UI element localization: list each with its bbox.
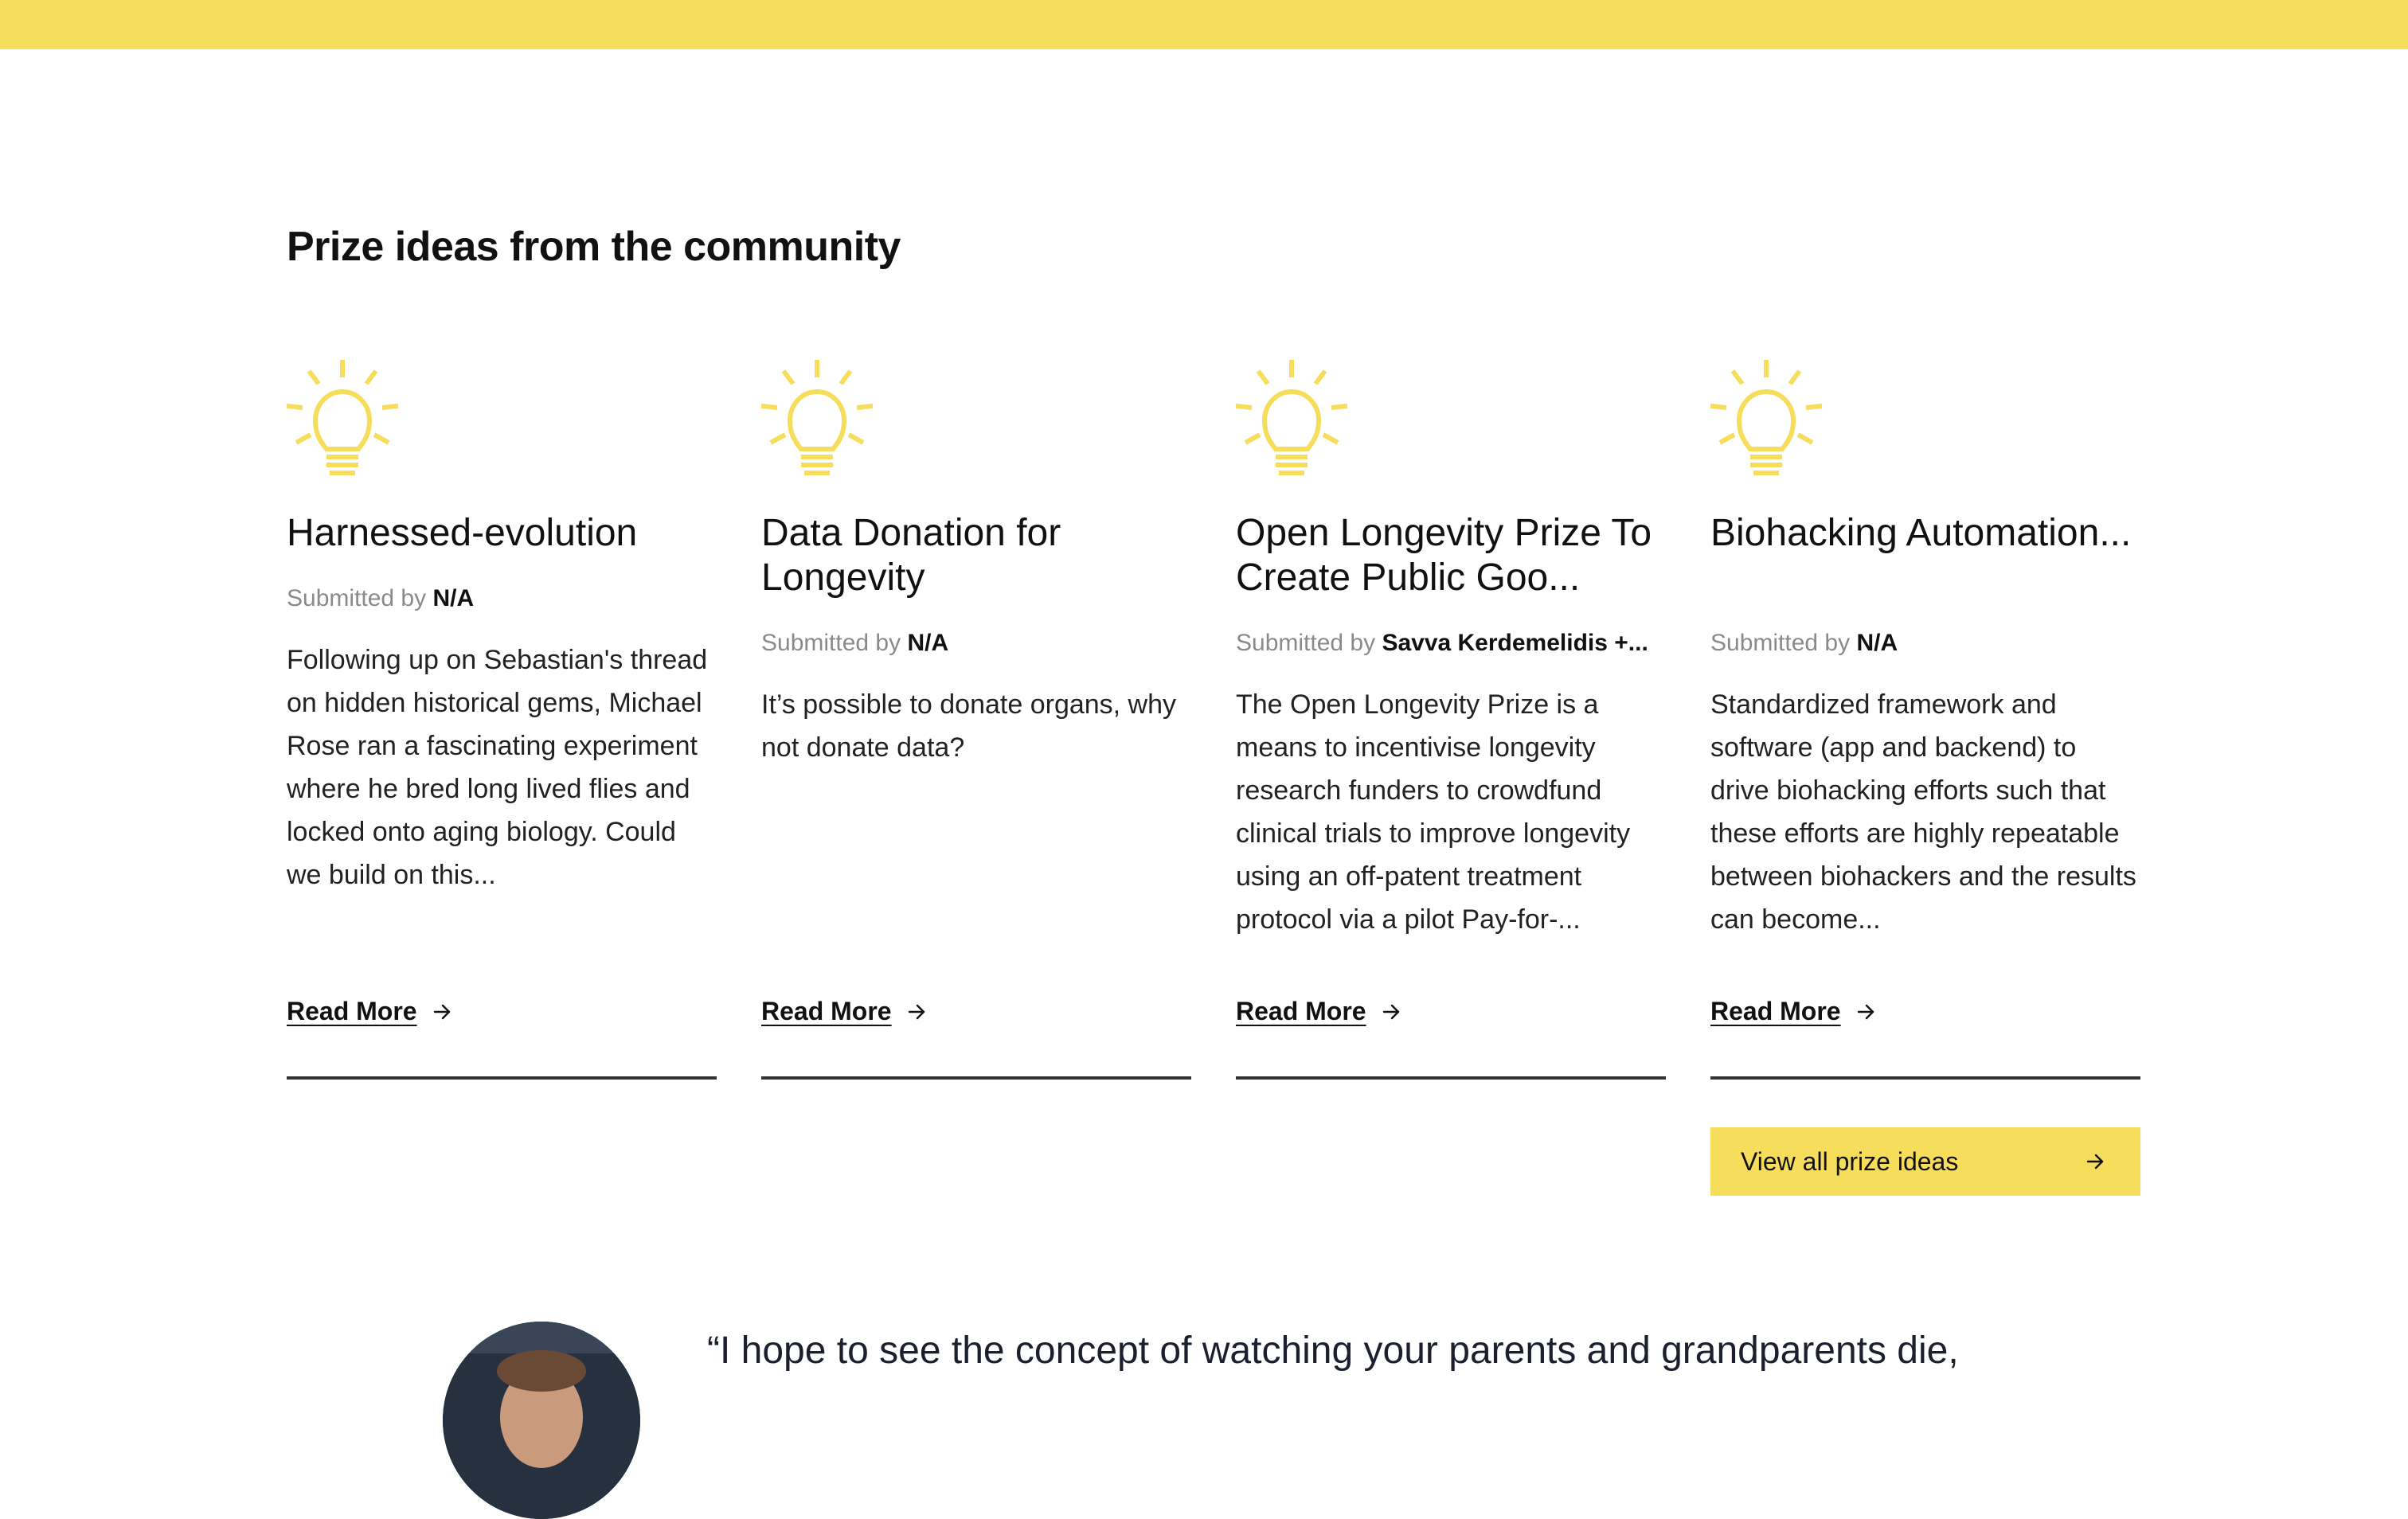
- submitted-by: Submitted by N/A: [287, 583, 717, 615]
- lightbulb-icon: [287, 360, 398, 475]
- section-title: Prize ideas from the community: [287, 224, 901, 270]
- prize-idea-card: Harnessed-evolution Submitted by N/A Fol…: [287, 360, 717, 1080]
- arrow-right-icon: [1382, 1004, 1399, 1019]
- card-description: It’s possible to donate organs, why not …: [761, 689, 1177, 763]
- submitted-by: Submitted by N/A: [1710, 627, 2140, 659]
- submitter-name: N/A: [1856, 630, 1898, 656]
- view-all-label: View all prize ideas: [1741, 1146, 1959, 1176]
- top-banner: [0, 0, 2408, 49]
- card-description: Standardized framework and software (app…: [1710, 689, 2136, 935]
- prize-idea-card: Open Longevity Prize To Create Public Go…: [1236, 360, 1666, 1080]
- read-more-link[interactable]: Read More: [287, 997, 452, 1026]
- card-description: Following up on Sebastian's thread on hi…: [287, 645, 708, 890]
- prize-idea-card: Biohacking Automation... Submitted by N/…: [1710, 360, 2140, 1080]
- read-more-link[interactable]: Read More: [1236, 997, 1401, 1026]
- submitted-by-label: Submitted by: [1710, 630, 1851, 656]
- view-all-prize-ideas-button[interactable]: View all prize ideas: [1710, 1127, 2140, 1196]
- card-title: Harnessed-evolution: [287, 512, 638, 554]
- card-divider: [761, 1076, 1191, 1080]
- person-photo: [443, 1322, 640, 1519]
- lightbulb-icon: [761, 360, 873, 475]
- testimonial-avatar: [443, 1322, 640, 1519]
- submitted-by-label: Submitted by: [287, 585, 427, 611]
- submitter-name: N/A: [907, 630, 949, 656]
- read-more-link[interactable]: Read More: [761, 997, 927, 1026]
- lightbulb-icon: [1236, 360, 1347, 475]
- testimonial-quote: “I hope to see the concept of watching y…: [707, 1330, 1959, 1372]
- read-more-label: Read More: [761, 997, 892, 1025]
- card-title: Open Longevity Prize To Create Public Go…: [1236, 512, 1652, 599]
- card-title: Data Donation for Longevity: [761, 512, 1061, 599]
- submitted-by: Submitted by N/A: [761, 627, 1191, 659]
- lightbulb-icon: [1710, 360, 1822, 475]
- submitter-name: Savva Kerdemelidis +...: [1382, 630, 1648, 656]
- submitted-by-label: Submitted by: [1236, 630, 1376, 656]
- read-more-label: Read More: [287, 997, 417, 1025]
- arrow-right-icon: [908, 1004, 924, 1019]
- card-divider: [1236, 1076, 1666, 1080]
- card-title: Biohacking Automation...: [1710, 512, 2132, 554]
- submitted-by: Submitted by Savva Kerdemelidis +...: [1236, 627, 1666, 659]
- card-divider: [287, 1076, 717, 1080]
- read-more-link[interactable]: Read More: [1710, 997, 1876, 1026]
- prize-idea-card: Data Donation for Longevity Submitted by…: [761, 360, 1191, 1080]
- arrow-right-icon: [433, 1004, 450, 1019]
- arrow-right-icon: [1857, 1004, 1874, 1019]
- read-more-label: Read More: [1710, 997, 1841, 1025]
- read-more-label: Read More: [1236, 997, 1366, 1025]
- submitter-name: N/A: [432, 585, 475, 611]
- card-divider: [1710, 1076, 2140, 1080]
- card-description: The Open Longevity Prize is a means to i…: [1236, 689, 1631, 935]
- arrow-right-icon: [2086, 1154, 2104, 1170]
- submitted-by-label: Submitted by: [761, 630, 901, 656]
